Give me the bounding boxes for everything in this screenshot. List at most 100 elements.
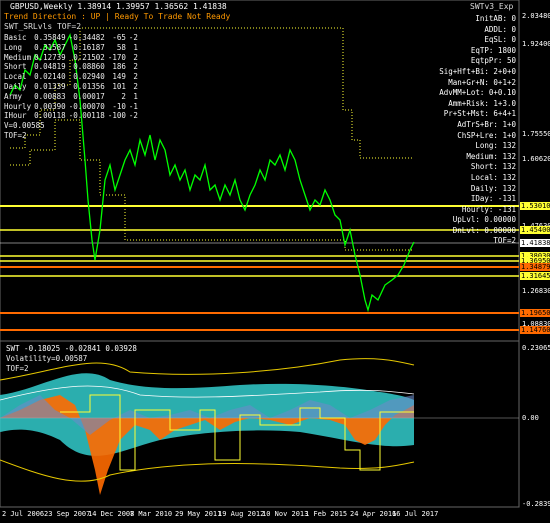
right-panel-row: AdTrS+Br: 1+0 [410,120,518,131]
stats-cell: 1 [133,42,138,52]
stats-cell: 0.21502 [73,52,105,62]
stats-cell: 2 [133,52,138,62]
stats-row: Army 0.00883 0.00017 2 1 [4,92,141,102]
stats-cell: Local [4,72,27,82]
stats-cell: -1 [128,101,138,111]
stats-row: Long 0.31587 0.16187 58 1 [4,43,141,53]
date-tick: 14 Dec 2008 [88,510,135,518]
right-panel-row: Hourly: -131 [410,205,518,216]
trend-direction: Trend Direction : UP | Ready To Trade No… [4,12,231,21]
date-tick: 24 Apr 2016 [350,510,397,518]
right-panel-label: TOF=2 [493,236,516,246]
right-panel-value: 0+0.10 [484,88,516,98]
right-panel-label: EqSL: [484,35,507,45]
stats-cell: Basic [4,33,27,42]
stats-row: Short 0.04819 0.08860 186 2 [4,62,141,72]
price-level-label: 1.41838 [520,239,550,247]
right-panel-label: Amm+Risk: [448,98,489,108]
right-panel-row: Sig+Hft+Bi: 2+0+0 [410,67,518,78]
stats-cell: -0.00118 [68,111,105,121]
right-panel-value: 0 [506,35,516,45]
right-panel-label: IDay: [470,194,494,204]
right-panel-label: EqTP: [470,45,494,55]
right-panel-value: 0 [506,24,516,34]
stats-cell: 2 [133,72,138,82]
stats-cell: Daily [4,81,27,91]
stats-cell: 0.02940 [73,72,105,82]
right-panel-row: Local: 132 [410,173,518,184]
right-panel-row: AdvMM+Lot: 0+0.10 [410,88,518,99]
stats-cell: 186 [112,62,126,72]
stats-row: Daily 0.01339 0.01356 101 2 [4,82,141,92]
stats-cell: Short [4,62,27,72]
right-panel-label: Daily: [470,183,498,193]
stats-cell: 0.08860 [73,62,105,72]
right-panel-label: Long: [475,141,498,151]
stats-cell: -0.00070 [68,101,105,111]
stats-row: Basic 0.35849 -0.34482 -65 -2 [4,33,141,43]
right-panel-row: Long: 132 [410,141,518,152]
right-panel-row: Pr+St+Mst: 6+4+1 [410,109,518,120]
stats-cell: -10 [112,101,126,111]
right-panel-value: 0 [506,14,516,23]
stats-cell: 0.00390 [34,101,66,111]
right-panel-label: Pr+St+Mst: [443,109,489,119]
right-panel-label: Man+Gr+N: [448,77,489,87]
price-scale-tick: 1.60620 [522,155,550,163]
right-info-panel: InitAB: 0 ADDL: 0 EqSL: 0 EqTP: 1800 EqtpPr:… [410,14,518,247]
stats-cell: 1 [133,91,138,101]
date-tick: 7 Mar 2010 [130,510,173,518]
date-tick: 23 Sep 2007 [44,510,91,518]
price-level-label: 1.14760 [520,326,550,334]
right-panel-row: EqtpPr: 50 [410,56,518,67]
right-panel-label: DnLvl: [452,225,480,235]
right-panel-label: Sig+Hft+Bi: [439,66,489,76]
right-panel-label: AdvMM+Lot: [439,88,485,98]
right-panel-label: Short: [470,162,498,172]
date-tick: 19 Aug 2012 [218,510,265,518]
right-panel-row: UpLvl: 0.00000 [410,215,518,226]
right-panel-value: 1+0 [497,130,516,140]
date-tick: 10 Nov 2013 [262,510,309,518]
stats-row: Local 0.02140 0.02940 149 2 [4,72,141,82]
date-tick: 2 Jul 2006 [2,510,45,518]
indicator-scale-tick: 0.23065 [522,344,550,352]
right-panel-row: Daily: 132 [410,184,518,195]
right-panel-value: 0.00000 [479,215,516,225]
right-panel-row: EqTP: 1800 [410,46,518,57]
stats-cell: 0.12739 [34,52,66,62]
right-panel-row: TOF=2 [410,236,518,247]
right-panel-value: 6+4+1 [488,109,516,119]
stats-cell: 2 [133,62,138,72]
right-panel-value: -131 [493,204,516,214]
stats-cell: 2 [133,81,138,91]
stats-cell: Army [4,91,23,101]
right-panel-label: ADDL: [484,24,507,34]
right-panel-label: Local: [470,172,498,182]
stats-cell: 2 [121,91,126,101]
right-panel-row: IDay: -131 [410,194,518,205]
date-tick: 1 Feb 2015 [305,510,348,518]
right-panel-label: InitAB: [475,14,507,23]
price-level-label: 1.53010 [520,202,550,210]
stats-cell: 0.00118 [34,111,66,121]
right-panel-label: Hourly: [461,204,494,214]
stats-cell: -100 [107,111,126,121]
price-level-label: 1.34879 [520,263,550,271]
stats-cell: 0.35849 [34,33,66,42]
stats-cell: IHour [4,111,27,121]
indicator-scale-tick: -0.28397 [522,500,550,508]
right-panel-row: ChSP+Lre: 1+0 [410,131,518,142]
stats-cell: 149 [112,72,126,82]
price-scale-tick: 1.92400 [522,40,550,48]
right-panel-row: InitAB: 0 [410,14,518,25]
price-scale-tick: 2.03480 [522,12,550,20]
date-tick: 29 May 2011 [175,510,222,518]
right-panel-value: 2+0+0 [488,66,516,76]
stats-row: IHour 0.00118 -0.00118 -100 -2 [4,111,141,121]
stats-cell: -2 [128,33,138,42]
date-tick: 16 Jul 2017 [392,510,439,518]
stats-cell: 0.02140 [34,72,66,82]
price-scale-tick: 1.26830 [522,287,550,295]
right-panel-row: Man+Gr+N: 0+1+2 [410,78,518,89]
